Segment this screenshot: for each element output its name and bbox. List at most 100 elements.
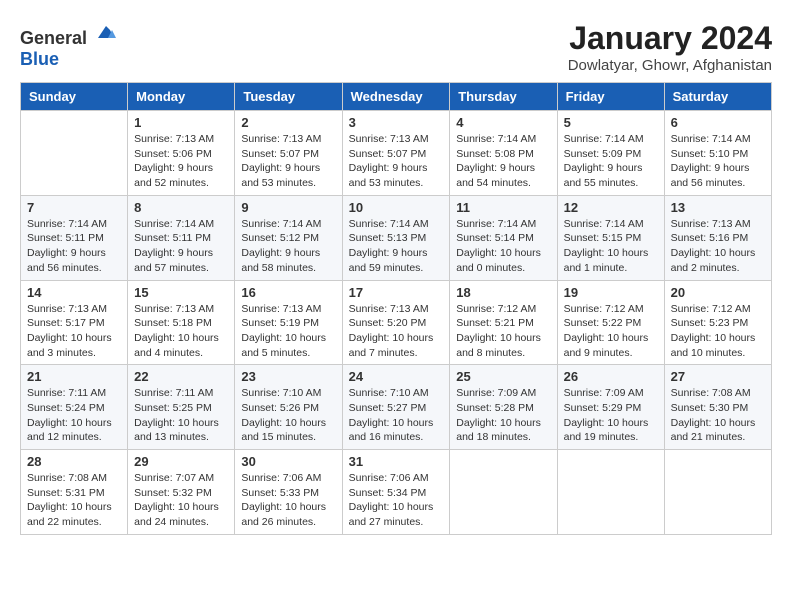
day-number: 29 xyxy=(134,454,228,469)
day-info: Sunrise: 7:14 AMSunset: 5:08 PMDaylight:… xyxy=(456,132,550,191)
day-info: Sunrise: 7:14 AMSunset: 5:15 PMDaylight:… xyxy=(564,217,658,276)
day-info: Sunrise: 7:06 AMSunset: 5:34 PMDaylight:… xyxy=(349,471,444,530)
calendar-cell: 26 Sunrise: 7:09 AMSunset: 5:29 PMDayligh… xyxy=(557,365,664,450)
day-info: Sunrise: 7:11 AMSunset: 5:25 PMDaylight:… xyxy=(134,386,228,445)
calendar-cell: 28 Sunrise: 7:08 AMSunset: 5:31 PMDayligh… xyxy=(21,450,128,535)
header-row: SundayMondayTuesdayWednesdayThursdayFrid… xyxy=(21,83,772,111)
day-number: 7 xyxy=(27,200,121,215)
day-info: Sunrise: 7:08 AMSunset: 5:30 PMDaylight:… xyxy=(671,386,765,445)
day-number: 1 xyxy=(134,115,228,130)
day-number: 12 xyxy=(564,200,658,215)
day-of-week-header: Wednesday xyxy=(342,83,450,111)
day-number: 28 xyxy=(27,454,121,469)
day-number: 30 xyxy=(241,454,335,469)
day-of-week-header: Saturday xyxy=(664,83,771,111)
day-number: 18 xyxy=(456,285,550,300)
day-info: Sunrise: 7:09 AMSunset: 5:29 PMDaylight:… xyxy=(564,386,658,445)
calendar-week-row: 14Sunrise: 7:13 AMSunset: 5:17 PMDayligh… xyxy=(21,280,772,365)
day-number: 31 xyxy=(349,454,444,469)
day-info: Sunrise: 7:13 AMSunset: 5:07 PMDaylight:… xyxy=(349,132,444,191)
day-info: Sunrise: 7:10 AMSunset: 5:27 PMDaylight:… xyxy=(349,386,444,445)
calendar-cell: 19Sunrise: 7:12 AMSunset: 5:22 PMDayligh… xyxy=(557,280,664,365)
day-number: 23 xyxy=(241,369,335,384)
day-number: 4 xyxy=(456,115,550,130)
day-info: Sunrise: 7:09 AMSunset: 5:28 PMDaylight:… xyxy=(456,386,550,445)
calendar-cell: 24 Sunrise: 7:10 AMSunset: 5:27 PMDayligh… xyxy=(342,365,450,450)
day-number: 26 xyxy=(564,369,658,384)
calendar-cell xyxy=(557,450,664,535)
day-of-week-header: Friday xyxy=(557,83,664,111)
day-info: Sunrise: 7:13 AMSunset: 5:16 PMDaylight:… xyxy=(671,217,765,276)
day-info: Sunrise: 7:13 AMSunset: 5:20 PMDaylight:… xyxy=(349,302,444,361)
calendar-cell: 15 Sunrise: 7:13 AMSunset: 5:18 PMDayligh… xyxy=(128,280,235,365)
calendar-cell: 16 Sunrise: 7:13 AMSunset: 5:19 PMDayligh… xyxy=(235,280,342,365)
day-number: 21 xyxy=(27,369,121,384)
calendar-week-row: 1Sunrise: 7:13 AMSunset: 5:06 PMDaylight… xyxy=(21,111,772,196)
day-number: 9 xyxy=(241,200,335,215)
calendar-body: 1Sunrise: 7:13 AMSunset: 5:06 PMDaylight… xyxy=(21,111,772,535)
calendar-cell: 29 Sunrise: 7:07 AMSunset: 5:32 PMDayligh… xyxy=(128,450,235,535)
calendar-cell: 4 Sunrise: 7:14 AMSunset: 5:08 PMDaylight… xyxy=(450,111,557,196)
calendar-cell: 14Sunrise: 7:13 AMSunset: 5:17 PMDayligh… xyxy=(21,280,128,365)
calendar-cell: 17Sunrise: 7:13 AMSunset: 5:20 PMDayligh… xyxy=(342,280,450,365)
calendar-cell: 10Sunrise: 7:14 AMSunset: 5:13 PMDayligh… xyxy=(342,195,450,280)
day-number: 8 xyxy=(134,200,228,215)
calendar-cell: 7Sunrise: 7:14 AMSunset: 5:11 PMDaylight… xyxy=(21,195,128,280)
calendar-cell: 11Sunrise: 7:14 AMSunset: 5:14 PMDayligh… xyxy=(450,195,557,280)
logo-text: General Blue xyxy=(20,20,118,70)
calendar-cell: 30 Sunrise: 7:06 AMSunset: 5:33 PMDayligh… xyxy=(235,450,342,535)
location-title: Dowlatyar, Ghowr, Afghanistan xyxy=(568,57,772,74)
day-info: Sunrise: 7:11 AMSunset: 5:24 PMDaylight:… xyxy=(27,386,121,445)
calendar-week-row: 21 Sunrise: 7:11 AMSunset: 5:24 PMDayligh… xyxy=(21,365,772,450)
calendar-cell xyxy=(664,450,771,535)
calendar-week-row: 28 Sunrise: 7:08 AMSunset: 5:31 PMDayligh… xyxy=(21,450,772,535)
day-of-week-header: Monday xyxy=(128,83,235,111)
day-info: Sunrise: 7:13 AMSunset: 5:07 PMDaylight:… xyxy=(241,132,335,191)
calendar-week-row: 7Sunrise: 7:14 AMSunset: 5:11 PMDaylight… xyxy=(21,195,772,280)
logo: General Blue xyxy=(20,20,118,70)
day-number: 13 xyxy=(671,200,765,215)
calendar-cell: 1Sunrise: 7:13 AMSunset: 5:06 PMDaylight… xyxy=(128,111,235,196)
day-number: 25 xyxy=(456,369,550,384)
calendar-cell: 13 Sunrise: 7:13 AMSunset: 5:16 PMDayligh… xyxy=(664,195,771,280)
calendar-cell: 23 Sunrise: 7:10 AMSunset: 5:26 PMDayligh… xyxy=(235,365,342,450)
calendar-cell: 5 Sunrise: 7:14 AMSunset: 5:09 PMDaylight… xyxy=(557,111,664,196)
page-container: General Blue January 2024 Dowlatyar, Gho… xyxy=(20,20,772,535)
calendar-cell: 2 Sunrise: 7:13 AMSunset: 5:07 PMDaylight… xyxy=(235,111,342,196)
day-info: Sunrise: 7:06 AMSunset: 5:33 PMDaylight:… xyxy=(241,471,335,530)
day-info: Sunrise: 7:14 AMSunset: 5:09 PMDaylight:… xyxy=(564,132,658,191)
calendar-cell: 3 Sunrise: 7:13 AMSunset: 5:07 PMDaylight… xyxy=(342,111,450,196)
calendar-cell: 18Sunrise: 7:12 AMSunset: 5:21 PMDayligh… xyxy=(450,280,557,365)
day-number: 24 xyxy=(349,369,444,384)
day-info: Sunrise: 7:13 AMSunset: 5:19 PMDaylight:… xyxy=(241,302,335,361)
month-title: January 2024 xyxy=(568,20,772,57)
day-number: 15 xyxy=(134,285,228,300)
calendar-cell: 27 Sunrise: 7:08 AMSunset: 5:30 PMDayligh… xyxy=(664,365,771,450)
day-info: Sunrise: 7:10 AMSunset: 5:26 PMDaylight:… xyxy=(241,386,335,445)
calendar-cell xyxy=(21,111,128,196)
calendar-cell: 9Sunrise: 7:14 AMSunset: 5:12 PMDaylight… xyxy=(235,195,342,280)
day-number: 10 xyxy=(349,200,444,215)
day-number: 16 xyxy=(241,285,335,300)
day-info: Sunrise: 7:14 AMSunset: 5:14 PMDaylight:… xyxy=(456,217,550,276)
title-section: January 2024 Dowlatyar, Ghowr, Afghanist… xyxy=(568,20,772,74)
logo-icon xyxy=(94,20,118,44)
calendar-cell: 21 Sunrise: 7:11 AMSunset: 5:24 PMDayligh… xyxy=(21,365,128,450)
day-of-week-header: Sunday xyxy=(21,83,128,111)
day-info: Sunrise: 7:12 AMSunset: 5:23 PMDaylight:… xyxy=(671,302,765,361)
day-number: 3 xyxy=(349,115,444,130)
day-of-week-header: Thursday xyxy=(450,83,557,111)
day-number: 2 xyxy=(241,115,335,130)
calendar-cell xyxy=(450,450,557,535)
day-info: Sunrise: 7:13 AMSunset: 5:18 PMDaylight:… xyxy=(134,302,228,361)
day-number: 20 xyxy=(671,285,765,300)
day-info: Sunrise: 7:08 AMSunset: 5:31 PMDaylight:… xyxy=(27,471,121,530)
calendar-table: SundayMondayTuesdayWednesdayThursdayFrid… xyxy=(20,82,772,535)
day-number: 19 xyxy=(564,285,658,300)
day-info: Sunrise: 7:07 AMSunset: 5:32 PMDaylight:… xyxy=(134,471,228,530)
day-number: 5 xyxy=(564,115,658,130)
day-info: Sunrise: 7:13 AMSunset: 5:17 PMDaylight:… xyxy=(27,302,121,361)
day-number: 22 xyxy=(134,369,228,384)
calendar-header: SundayMondayTuesdayWednesdayThursdayFrid… xyxy=(21,83,772,111)
day-number: 27 xyxy=(671,369,765,384)
